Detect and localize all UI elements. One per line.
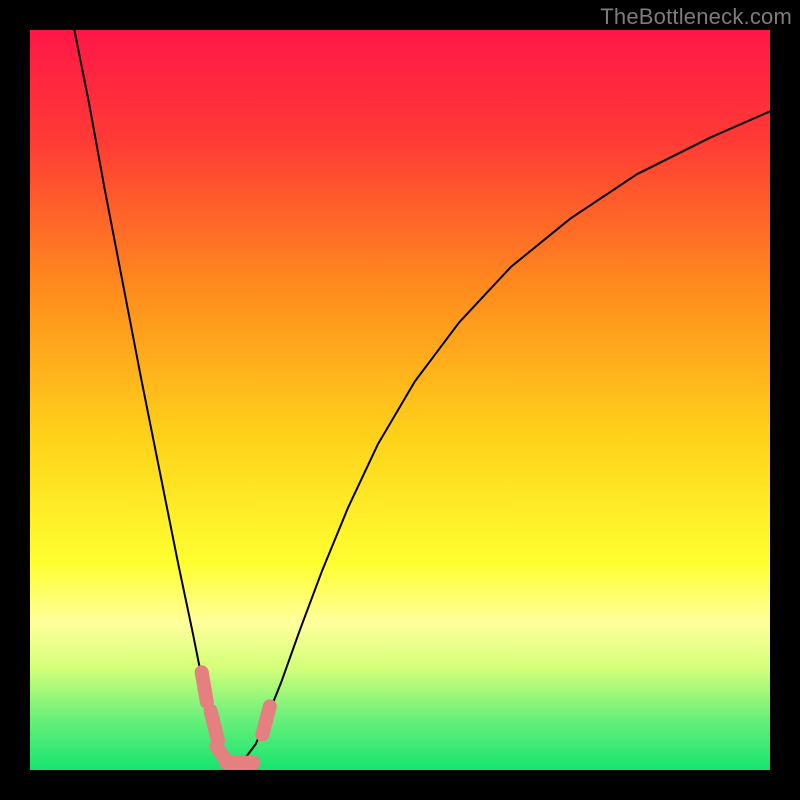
marker-segment [211,711,218,741]
chart-frame [30,30,770,770]
chart-background [30,30,770,770]
marker-segment [262,706,269,734]
marker-segment [202,672,207,702]
watermark-text: TheBottleneck.com [600,4,792,30]
bottleneck-chart [30,30,770,770]
